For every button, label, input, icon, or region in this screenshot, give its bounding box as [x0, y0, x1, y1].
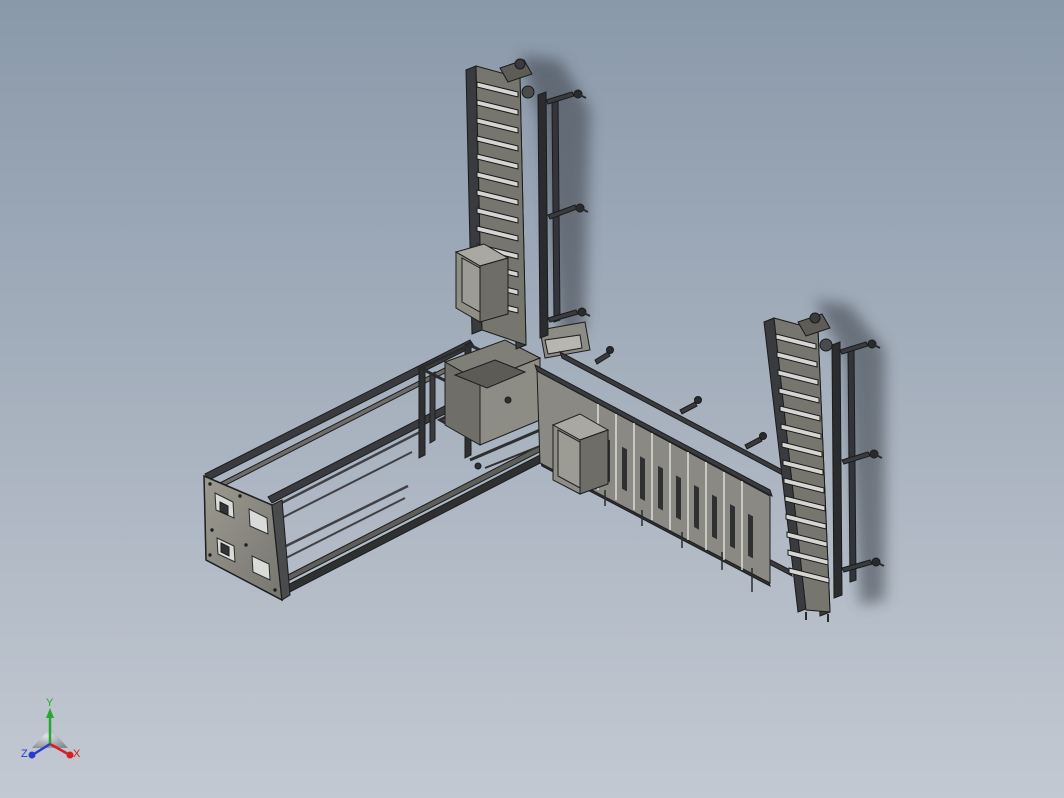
tower-box-left: [454, 243, 510, 323]
view-orientation-triad[interactable]: Y X Z: [18, 697, 88, 770]
main-conveyor[interactable]: [534, 346, 793, 593]
x-axis-label: X: [73, 748, 81, 760]
graphics-viewport[interactable]: Y X Z: [0, 0, 1064, 798]
conveyor-box: [551, 413, 610, 495]
z-axis-label: Z: [21, 748, 28, 760]
y-axis-arrowhead: [46, 708, 54, 718]
y-axis-label: Y: [46, 697, 54, 709]
cad-assembly-model[interactable]: [0, 0, 1064, 798]
z-axis-tip: [28, 751, 36, 759]
